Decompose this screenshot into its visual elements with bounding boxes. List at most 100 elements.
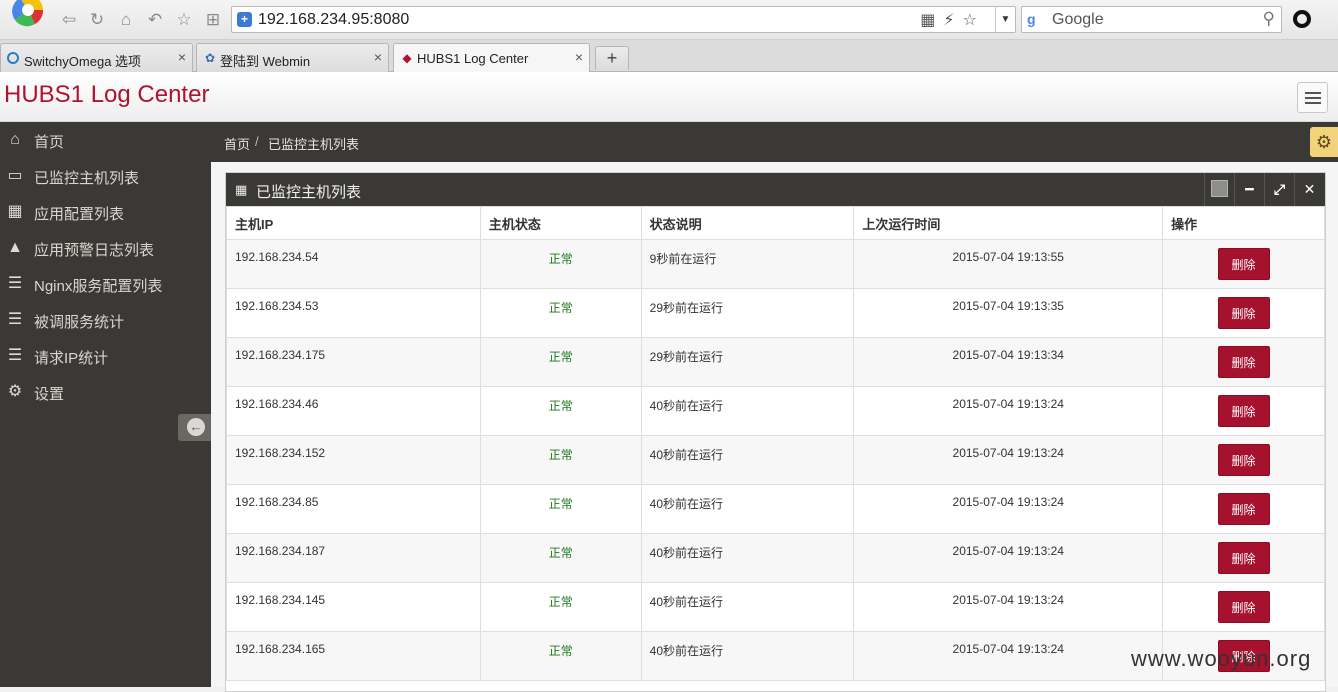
- qr-icon[interactable]: ▦: [920, 12, 943, 29]
- cell-ip: 192.168.234.152: [226, 435, 481, 485]
- favorite-icon[interactable]: ☆: [174, 10, 194, 30]
- cell-time: 2015-07-04 19:13:24: [853, 435, 1164, 485]
- cell-desc: 9秒前在运行: [640, 239, 855, 289]
- gear-icon: ⚙: [7, 383, 23, 400]
- close-icon[interactable]: ✕: [1294, 173, 1324, 206]
- delete-button[interactable]: 删除: [1217, 444, 1270, 476]
- cell-status: 正常: [479, 435, 642, 485]
- breadcrumb-current: 已监控主机列表: [268, 137, 360, 152]
- apps-icon[interactable]: ⊞: [203, 10, 223, 30]
- table-row: 192.168.234.54 正常 9秒前在运行 2015-07-04 19:1…: [226, 239, 1325, 289]
- expand-icon[interactable]: ⤢: [1264, 173, 1294, 206]
- close-icon[interactable]: ×: [178, 49, 186, 65]
- address-bar-icons[interactable]: ▦⚡☆: [920, 10, 985, 30]
- delete-button[interactable]: 删除: [1217, 542, 1270, 574]
- star-icon[interactable]: ☆: [963, 12, 985, 29]
- search-bar[interactable]: g Google ⚲: [1021, 6, 1282, 33]
- hosts-widget: ▦ 已监控主机列表 ━ ⤢ ✕ 主机IP 主机状态 状态说明 上次运行时间 操作…: [225, 172, 1326, 692]
- grid-icon: ▦: [7, 203, 23, 220]
- tab-label: SwitchyOmega 选项: [24, 54, 142, 69]
- monitor-icon: ▭: [7, 167, 23, 184]
- sidebar-item-settings[interactable]: ⚙ 设置: [0, 374, 211, 410]
- tab-log-center[interactable]: ◆ HUBS1 Log Center ×: [393, 43, 590, 73]
- cell-ip: 192.168.234.187: [226, 533, 481, 583]
- menu-icon-bar: [1305, 102, 1321, 104]
- table-row: 192.168.234.152 正常 40秒前在运行 2015-07-04 19…: [226, 435, 1325, 485]
- search-input[interactable]: Google: [1052, 11, 1104, 29]
- widget-title: 已监控主机列表: [256, 184, 362, 201]
- close-icon[interactable]: ×: [374, 49, 382, 65]
- extension-icon[interactable]: [1293, 10, 1311, 28]
- search-icon[interactable]: ⚲: [1263, 9, 1275, 29]
- chevron-down-icon[interactable]: ▼: [995, 6, 1015, 33]
- settings-gear-icon[interactable]: ⚙: [1310, 127, 1338, 157]
- widget-header: ▦ 已监控主机列表 ━ ⤢ ✕: [226, 173, 1325, 206]
- table-row: 192.168.234.187 正常 40秒前在运行 2015-07-04 19…: [226, 533, 1325, 583]
- delete-button[interactable]: 删除: [1217, 346, 1270, 378]
- breadcrumb-home[interactable]: 首页: [224, 134, 250, 153]
- cell-time: 2015-07-04 19:13:55: [853, 239, 1164, 289]
- shield-icon: +: [237, 12, 252, 27]
- widget-color-button[interactable]: [1204, 173, 1234, 206]
- delete-button[interactable]: 删除: [1217, 248, 1270, 280]
- delete-button[interactable]: 删除: [1217, 591, 1270, 623]
- sidebar-item-label: 首页: [34, 134, 65, 151]
- column-header-status[interactable]: 主机状态: [479, 206, 642, 240]
- sidebar-item-hosts[interactable]: ▭ 已监控主机列表: [0, 158, 211, 194]
- cell-time: 2015-07-04 19:13:24: [853, 484, 1164, 534]
- tab-webmin[interactable]: ✿ 登陆到 Webmin ×: [196, 43, 389, 72]
- delete-button[interactable]: 删除: [1217, 297, 1270, 329]
- cell-status: 正常: [479, 337, 642, 387]
- sidebar-item-label: 设置: [34, 386, 65, 403]
- cell-ip: 192.168.234.145: [226, 582, 481, 632]
- home-icon: ⌂: [10, 131, 20, 148]
- browser-logo-icon[interactable]: [2, 0, 52, 36]
- table-icon: ▦: [235, 182, 248, 197]
- table-row: 192.168.234.85 正常 40秒前在运行 2015-07-04 19:…: [226, 484, 1325, 534]
- webmin-icon: ✿: [204, 51, 216, 65]
- delete-button[interactable]: 删除: [1217, 493, 1270, 525]
- sidebar-item-alert-logs[interactable]: ▲ 应用预警日志列表: [0, 230, 211, 266]
- new-tab-button[interactable]: +: [595, 46, 629, 70]
- color-swatch-icon: [1211, 180, 1228, 198]
- home-icon[interactable]: ⌂: [116, 10, 136, 30]
- cell-time: 2015-07-04 19:13:35: [853, 288, 1164, 338]
- cell-action: 删除: [1162, 484, 1325, 534]
- table-row: 192.168.234.53 正常 29秒前在运行 2015-07-04 19:…: [226, 288, 1325, 338]
- menu-icon-bar: [1305, 97, 1321, 99]
- sidebar-item-label: 请求IP统计: [34, 350, 109, 367]
- breadcrumb: 首页 / 已监控主机列表: [211, 122, 1338, 162]
- sidebar-item-ip-stats[interactable]: ☰ 请求IP统计: [0, 338, 211, 374]
- reload-icon[interactable]: ↻: [87, 10, 107, 30]
- back-icon[interactable]: ⇦: [59, 10, 79, 30]
- close-icon[interactable]: ×: [575, 49, 583, 65]
- lightning-icon[interactable]: ⚡: [943, 12, 962, 29]
- cell-ip: 192.168.234.53: [226, 288, 481, 338]
- menu-toggle-button[interactable]: [1297, 82, 1328, 113]
- sidebar-collapse-button[interactable]: ←: [178, 414, 211, 441]
- sidebar-item-label: 应用预警日志列表: [34, 242, 155, 259]
- delete-button[interactable]: 删除: [1217, 395, 1270, 427]
- cell-desc: 40秒前在运行: [640, 484, 855, 534]
- table-row: 192.168.234.175 正常 29秒前在运行 2015-07-04 19…: [226, 337, 1325, 387]
- sidebar-item-nginx-config[interactable]: ☰ Nginx服务配置列表: [0, 266, 211, 302]
- column-header-ip[interactable]: 主机IP: [226, 206, 481, 240]
- minimize-icon[interactable]: ━: [1234, 173, 1264, 206]
- sidebar-item-home[interactable]: ⌂ 首页: [0, 122, 211, 158]
- address-url[interactable]: 192.168.234.95:8080: [258, 11, 409, 29]
- google-icon: g: [1027, 11, 1036, 27]
- cell-action: 删除: [1162, 533, 1325, 583]
- cell-status: 正常: [479, 533, 642, 583]
- address-bar[interactable]: + 192.168.234.95:8080 ▦⚡☆: [231, 6, 1016, 33]
- cell-action: 删除: [1162, 337, 1325, 387]
- sidebar-item-service-stats[interactable]: ☰ 被调服务统计: [0, 302, 211, 338]
- cell-time: 2015-07-04 19:13:24: [853, 631, 1164, 681]
- undo-icon[interactable]: ↶: [145, 10, 165, 30]
- column-header-time[interactable]: 上次运行时间: [853, 206, 1164, 240]
- tab-switchyomega[interactable]: SwitchyOmega 选项 ×: [0, 43, 193, 72]
- column-header-desc[interactable]: 状态说明: [640, 206, 855, 240]
- cell-ip: 192.168.234.85: [226, 484, 481, 534]
- sidebar-item-app-config[interactable]: ▦ 应用配置列表: [0, 194, 211, 230]
- cell-desc: 40秒前在运行: [640, 533, 855, 583]
- app-title[interactable]: HUBS1 Log Center: [4, 81, 209, 109]
